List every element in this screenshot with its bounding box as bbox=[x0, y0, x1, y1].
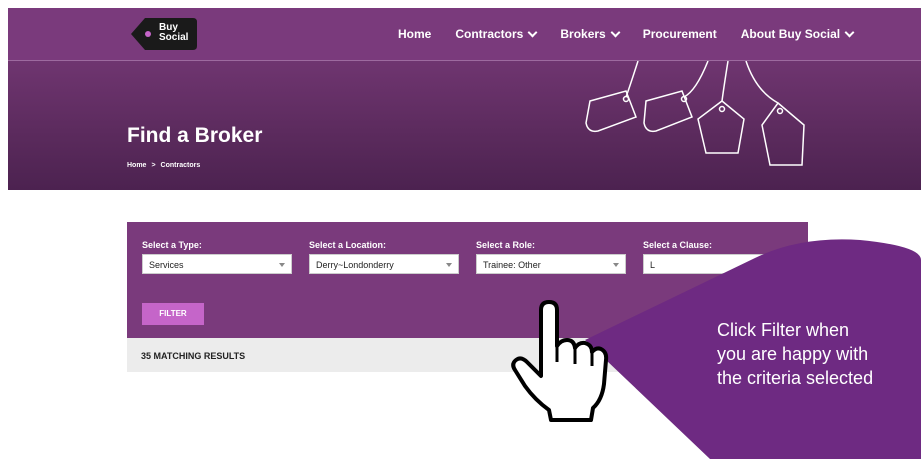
nav-contractors-label: Contractors bbox=[455, 27, 524, 41]
price-tags-illustration bbox=[585, 61, 805, 166]
nav-procurement[interactable]: Procurement bbox=[643, 27, 717, 41]
breadcrumb-separator: > bbox=[151, 162, 156, 169]
nav-home-label: Home bbox=[398, 27, 432, 41]
role-select-value: Trainee: Other bbox=[483, 260, 541, 270]
clause-select[interactable]: L bbox=[643, 254, 793, 274]
nav-about-label: About Buy Social bbox=[740, 27, 841, 41]
page-title: Find a Broker bbox=[127, 124, 263, 147]
list-view-toggle[interactable]: L bbox=[637, 340, 673, 370]
chevron-down-icon bbox=[610, 27, 621, 37]
nav-home[interactable]: Home bbox=[398, 27, 431, 41]
role-select[interactable]: Trainee: Other bbox=[476, 254, 626, 274]
pointing-hand-icon bbox=[511, 300, 609, 422]
caret-down-icon bbox=[613, 263, 619, 267]
breadcrumb-home[interactable]: Home bbox=[127, 162, 146, 169]
tutorial-callout-text: Click Filter when you are happy with the… bbox=[717, 318, 917, 390]
type-select[interactable]: Services bbox=[142, 254, 292, 274]
results-count: 35 MATCHING RESULTS bbox=[141, 351, 246, 361]
logo-line2: Social bbox=[159, 32, 189, 43]
hero-banner: Find a Broker Home > Contractors bbox=[8, 60, 921, 190]
clause-filter-label: Select a Clause: bbox=[643, 240, 713, 250]
results-bar: 35 MATCHING RESULTS L bbox=[127, 338, 808, 372]
caret-down-icon bbox=[279, 263, 285, 267]
clause-select-value: L bbox=[650, 260, 656, 270]
filter-panel: Select a Type: Services Select a Locatio… bbox=[127, 222, 808, 338]
logo-text: Buy Social bbox=[159, 23, 188, 43]
nav-contractors[interactable]: Contractors bbox=[455, 27, 538, 41]
nav-about[interactable]: About Buy Social bbox=[740, 27, 855, 41]
callout-line1: Click Filter when bbox=[717, 320, 850, 340]
nav-brokers-label: Brokers bbox=[560, 27, 606, 41]
top-navbar: Buy Social Home Contractors Brokers Proc… bbox=[8, 8, 921, 60]
list-icon bbox=[655, 350, 663, 356]
location-filter: Select a Location: Derry~Londonderry bbox=[309, 240, 459, 274]
list-toggle-label: L bbox=[664, 349, 669, 358]
buy-social-logo[interactable]: Buy Social bbox=[127, 16, 199, 52]
location-select-value: Derry~Londonderry bbox=[316, 260, 394, 270]
role-filter: Select a Role: Trainee: Other bbox=[476, 240, 626, 274]
chevron-down-icon bbox=[844, 27, 855, 37]
nav-brokers[interactable]: Brokers bbox=[560, 27, 621, 41]
role-filter-label: Select a Role: bbox=[476, 240, 536, 250]
caret-down-icon bbox=[446, 263, 452, 267]
nav-procurement-label: Procurement bbox=[642, 27, 717, 41]
breadcrumb-current[interactable]: Contractors bbox=[161, 162, 201, 169]
callout-line3: the criteria selected bbox=[717, 368, 874, 388]
type-filter: Select a Type: Services bbox=[142, 240, 292, 274]
nav-links: Home Contractors Brokers Procurement Abo… bbox=[398, 8, 877, 60]
type-filter-label: Select a Type: bbox=[142, 240, 202, 250]
type-select-value: Services bbox=[149, 260, 184, 270]
chevron-down-icon bbox=[527, 27, 538, 37]
page: Buy Social Home Contractors Brokers Proc… bbox=[0, 0, 921, 459]
callout-line2: you are happy with bbox=[717, 344, 869, 364]
breadcrumb: Home > Contractors bbox=[127, 162, 200, 169]
filter-button[interactable]: FILTER bbox=[142, 303, 204, 325]
location-select[interactable]: Derry~Londonderry bbox=[309, 254, 459, 274]
clause-filter: Select a Clause: L bbox=[643, 240, 793, 274]
location-filter-label: Select a Location: bbox=[309, 240, 387, 250]
